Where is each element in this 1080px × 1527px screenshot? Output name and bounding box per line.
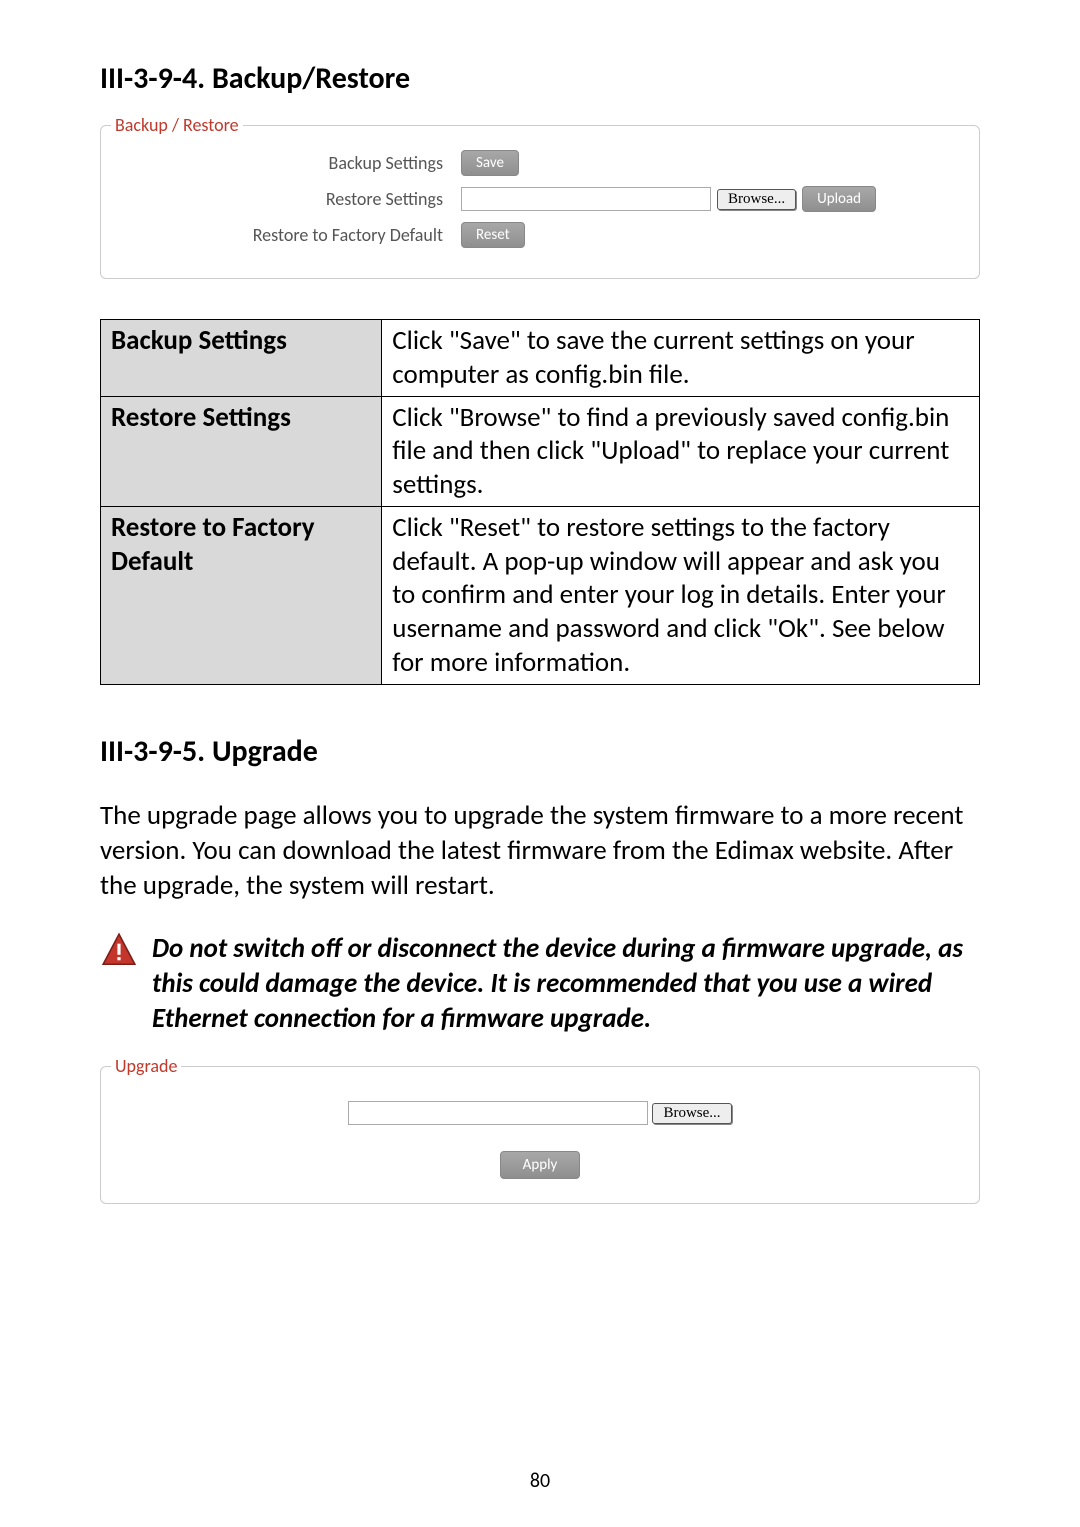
upgrade-file-input[interactable] (348, 1101, 648, 1125)
warning-block: Do not switch off or disconnect the devi… (100, 931, 980, 1036)
upgrade-intro-text: The upgrade page allows you to upgrade t… (100, 798, 980, 903)
heading-upgrade: III-3-9-5. Upgrade (100, 733, 980, 770)
label-factory-default: Restore to Factory Default (121, 224, 461, 246)
cell-key-backup: Backup Settings (101, 320, 382, 397)
cell-key-restore: Restore Settings (101, 396, 382, 506)
browse-button[interactable]: Browse... (717, 189, 796, 210)
row-backup-settings: Backup Settings Save (121, 150, 959, 176)
warning-text: Do not switch off or disconnect the devi… (152, 931, 980, 1036)
page-number: 80 (0, 1469, 1080, 1493)
backup-restore-legend: Backup / Restore (111, 114, 243, 136)
upgrade-panel: Upgrade Browse... Apply (100, 1066, 980, 1204)
restore-file-input[interactable] (461, 187, 711, 211)
label-backup-settings: Backup Settings (121, 152, 461, 174)
table-row: Restore Settings Click "Browse" to find … (101, 396, 980, 506)
cell-key-factory: Restore to Factory Default (101, 506, 382, 684)
description-table: Backup Settings Click "Save" to save the… (100, 319, 980, 685)
table-row: Backup Settings Click "Save" to save the… (101, 320, 980, 397)
save-button[interactable]: Save (461, 150, 519, 176)
row-factory-default: Restore to Factory Default Reset (121, 222, 959, 248)
cell-val-backup: Click "Save" to save the current setting… (382, 320, 980, 397)
warning-icon (100, 931, 138, 1036)
backup-restore-panel: Backup / Restore Backup Settings Save Re… (100, 125, 980, 279)
apply-button[interactable]: Apply (500, 1151, 581, 1179)
upload-button[interactable]: Upload (802, 186, 876, 212)
upgrade-legend: Upgrade (111, 1055, 181, 1077)
label-restore-settings: Restore Settings (121, 188, 461, 210)
table-row: Restore to Factory Default Click "Reset"… (101, 506, 980, 684)
row-restore-settings: Restore Settings Browse... Upload (121, 186, 959, 212)
reset-button[interactable]: Reset (461, 222, 525, 248)
cell-val-restore: Click "Browse" to find a previously save… (382, 396, 980, 506)
upgrade-browse-button[interactable]: Browse... (652, 1103, 731, 1124)
cell-val-factory: Click "Reset" to restore settings to the… (382, 506, 980, 684)
heading-backup-restore: III-3-9-4. Backup/Restore (100, 60, 980, 97)
